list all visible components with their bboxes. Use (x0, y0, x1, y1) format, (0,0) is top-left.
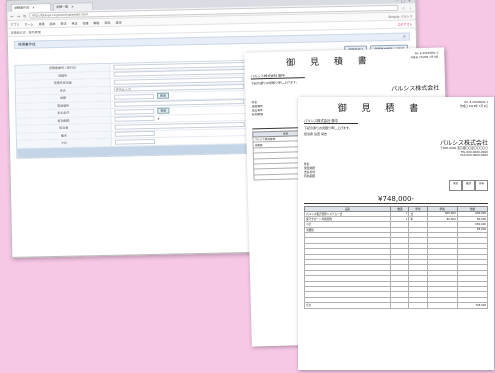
app-title: 見積書作成 - 販売管理 (10, 29, 41, 35)
document-date: 作成日 2019年 7月 9日 (460, 104, 488, 108)
bookmark-item[interactable]: アプリ (10, 22, 19, 26)
close-icon[interactable]: × (71, 5, 74, 9)
approval-stamps: 承認 確認 担当 (304, 179, 488, 191)
minimize-icon[interactable]: – (396, 0, 398, 3)
tab-label: 見積一覧 (56, 4, 69, 9)
bookmark-item[interactable]: 見積 (38, 22, 44, 26)
reload-icon[interactable]: ↻ (23, 13, 26, 18)
search-button[interactable]: 検索 (157, 107, 170, 115)
tab-label: 見積書作成 (14, 5, 30, 10)
items-table: 品名 数量 単位 単価 金額 パルシス販売管理システム一式 1 式 600,00… (303, 205, 489, 309)
bookmark-item[interactable]: 請求 (49, 21, 55, 25)
estimate-document-front: 御 見 積 書 No. E-20190001-1 作成日 2019年 7月 9日… (298, 97, 494, 370)
contact-line: 担当者 島田 尚志 (304, 132, 488, 136)
bookmark-item[interactable]: 商品 (104, 20, 110, 24)
total-label: 合計 (303, 302, 392, 309)
document-meta: No. E-20190001-1 作成日 2019年 7月 9日 (388, 52, 438, 66)
total-value: 748,000 (456, 302, 489, 309)
document-title: 御 見 積 書 (337, 104, 425, 114)
back-icon[interactable]: ← (10, 13, 13, 18)
bookmark-item[interactable]: 設定 (115, 20, 121, 24)
bookmark-item[interactable]: ホーム (24, 22, 33, 26)
document-date: 作成日 2019年 7月 9日 (410, 55, 439, 59)
star-icon[interactable]: ☆ (402, 5, 406, 10)
expiry-input[interactable] (114, 116, 155, 123)
contact-name: 島田 尚志 (313, 132, 327, 136)
search-button[interactable]: 検索 (156, 92, 170, 100)
section-title-text: 見積書作成 (17, 41, 36, 47)
document-fields: 件名 受渡場所 支払条件 有効期限 (304, 162, 488, 178)
issuer-address: 〒000-0000 東京都〇〇区〇〇〇〇〇 TEL 000-0000-0000 … (304, 146, 488, 158)
window-controls: – □ × (392, 0, 415, 4)
total-row: 合計 748,000 (303, 302, 489, 309)
client-name: パルシス株式会社 御中 (304, 118, 359, 124)
chevron-down-icon[interactable]: ▾ (157, 117, 159, 121)
bookmark-shopify[interactable]: Shopify パルシス (388, 14, 412, 19)
menu-icon[interactable]: ⋮ (408, 5, 412, 10)
close-window-icon[interactable]: × (408, 0, 411, 3)
note-input[interactable] (114, 131, 155, 137)
payment-terms-input[interactable] (114, 108, 155, 115)
delivery-date-input[interactable] (114, 93, 155, 100)
stamp-box: 承認 (449, 179, 462, 191)
contact-label: 担当者 (304, 132, 314, 136)
greeting-text: 下記の通りお見積り申し上げます。 (304, 126, 352, 130)
client-name: パルシス株式会社 御中 (250, 72, 305, 80)
stamp-box: 確認 (462, 179, 475, 191)
bookmark-item[interactable]: 受注 (60, 21, 66, 25)
bookmark-item[interactable]: 在庫 (82, 21, 88, 25)
tab-estimate-list[interactable]: 見積一覧 × (53, 2, 94, 12)
logout-link[interactable]: ログアウト (398, 22, 413, 26)
maximize-icon[interactable]: □ (401, 0, 405, 3)
document-meta: No. E-20190001-1 作成日 2019年 7月 9日 (438, 101, 488, 114)
forward-icon[interactable]: → (17, 13, 20, 18)
stamp-box: 担当 (475, 179, 488, 191)
subtotal-input[interactable] (114, 138, 156, 145)
total-amount: ¥748,000- (304, 195, 488, 204)
bookmark-item[interactable]: 顧客 (93, 21, 99, 25)
tab-estimate[interactable]: 見積書作成 × (11, 3, 52, 12)
field-expiry: 有効期限 (304, 173, 316, 178)
address-line: FAX 000-0000-0000 (460, 153, 488, 157)
bookmark-item[interactable]: 発注 (71, 21, 77, 25)
close-icon[interactable]: × (32, 5, 35, 9)
gear-icon[interactable]: ⚙ (403, 35, 406, 39)
